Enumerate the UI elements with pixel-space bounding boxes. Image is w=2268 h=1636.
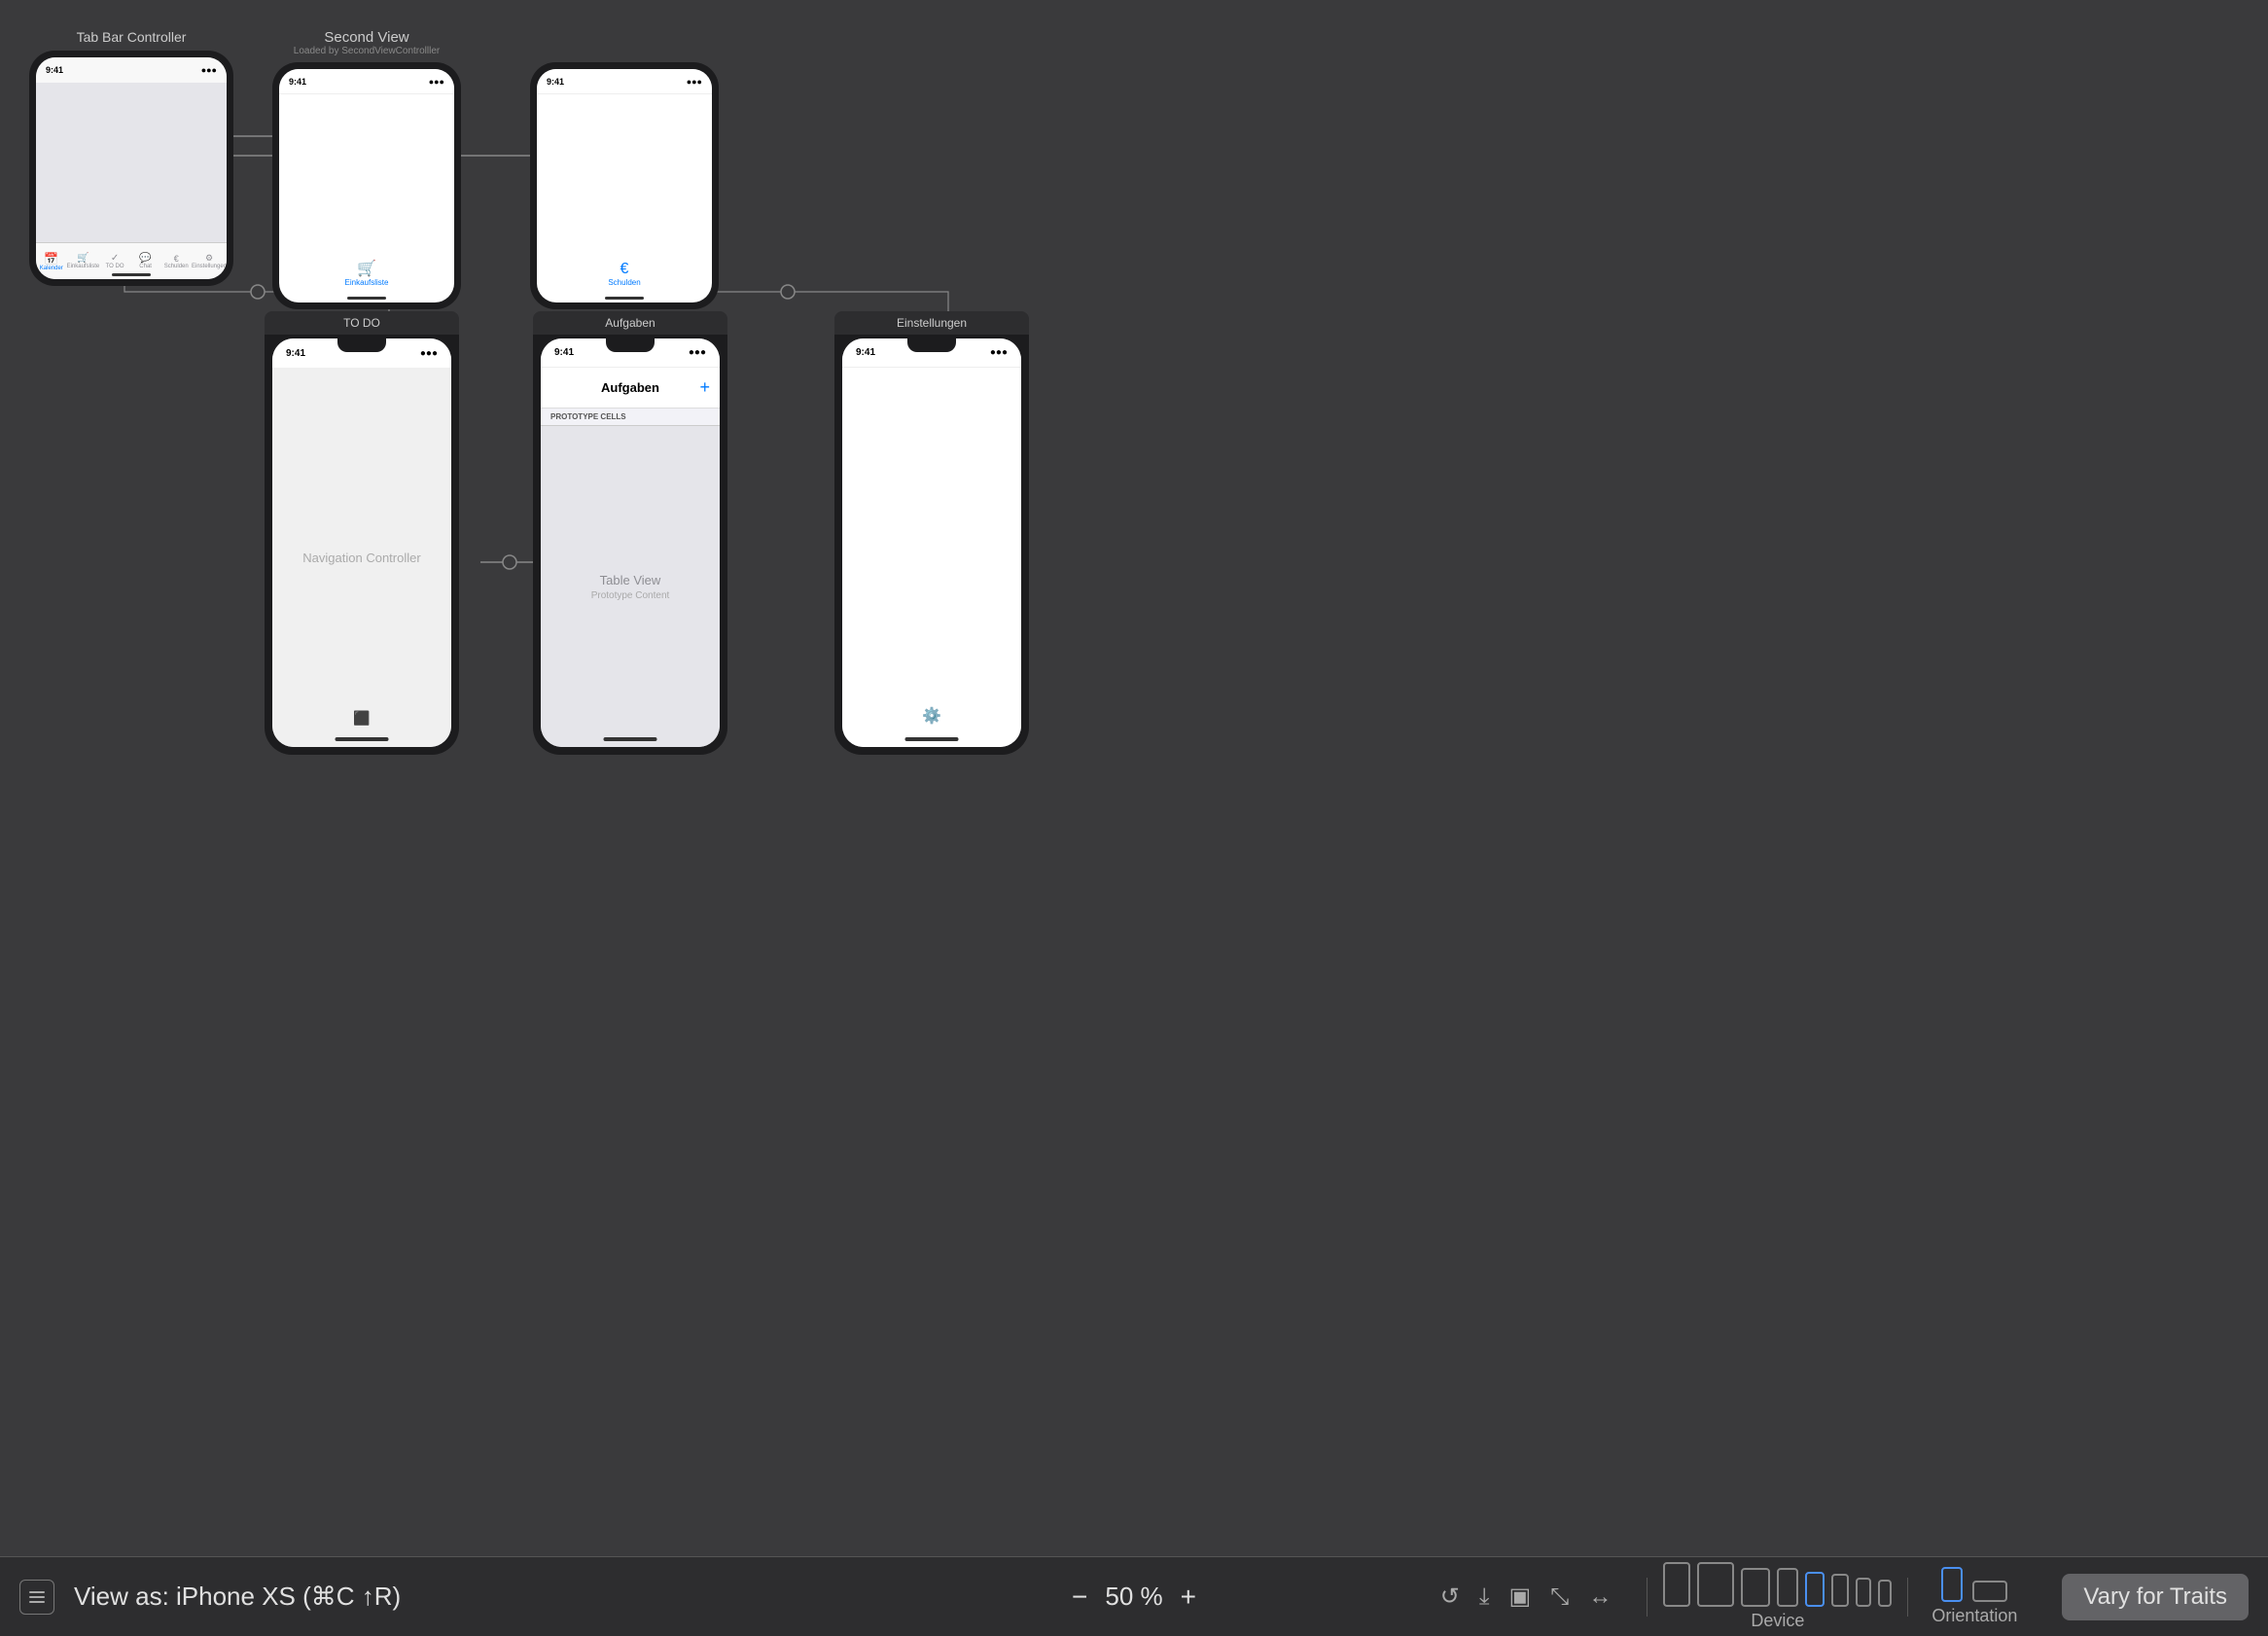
einstellungen-header: Einstellungen (834, 311, 1029, 335)
sidebar-toggle-button[interactable] (19, 1580, 54, 1615)
device-option-phone-medium[interactable] (1777, 1568, 1798, 1607)
toolbar-divider (1647, 1578, 1648, 1617)
refresh-icon[interactable]: ↺ (1440, 1583, 1460, 1611)
device-option-phone-smaller[interactable] (1831, 1574, 1849, 1607)
device-selector: Device (1663, 1562, 1892, 1631)
second-view-scene: Second View Loaded by SecondViewControll… (272, 29, 461, 309)
tab-bar-controller-scene: Tab Bar Controller 9:41 ●●● 📅 Kalender (29, 29, 233, 286)
orientation-landscape[interactable] (1972, 1581, 2007, 1602)
layout-icon[interactable]: ▣ (1508, 1583, 1531, 1611)
bottom-toolbar: View as: iPhone XS (⌘C ↑R) − 50 % + ↺ ⤓ … (0, 1556, 2268, 1636)
toolbar-action-icons: ↺ ⤓ ▣ ⤡ ↔ (1440, 1583, 1612, 1611)
tab-bar-controller-title: Tab Bar Controller (29, 29, 233, 45)
fit-icon[interactable]: ⤡ (1550, 1583, 1569, 1611)
toolbar-divider-2 (1907, 1578, 1908, 1617)
device-option-phone-tiny[interactable] (1856, 1578, 1871, 1607)
vary-for-traits-button[interactable]: Vary for Traits (2062, 1574, 2249, 1620)
einstellungen-scene: Einstellungen 9:41 ●●● ⚙️ (834, 311, 1029, 755)
aufgaben-header: Aufgaben (533, 311, 727, 335)
orientation-selector: Orientation (1931, 1567, 2017, 1626)
todo-navigation-scene: TO DO 9:41 ●●● Navigation Controller ⬛ (265, 311, 459, 755)
view-as-label: View as: iPhone XS (⌘C ↑R) (74, 1582, 401, 1612)
zoom-fit-icon[interactable]: ↔ (1588, 1583, 1612, 1611)
storyboard-canvas: Tab Bar Controller 9:41 ●●● 📅 Kalender (0, 0, 2268, 1556)
device-option-large-phone[interactable] (1663, 1562, 1690, 1607)
download-icon[interactable]: ⤓ (1479, 1583, 1490, 1611)
toolbar-right-section: ↺ ⤓ ▣ ⤡ ↔ Device (1440, 1562, 2249, 1631)
third-view-title: View sub (530, 29, 719, 56)
device-option-phone-mini[interactable] (1878, 1580, 1892, 1607)
device-option-phone-small-active[interactable] (1805, 1572, 1825, 1607)
device-option-ipad-medium[interactable] (1741, 1568, 1770, 1607)
zoom-out-button[interactable]: − (1072, 1583, 1087, 1611)
aufgaben-scene: Aufgaben 9:41 ●●● Aufgaben + Prototype C… (533, 311, 727, 755)
zoom-level: 50 % (1105, 1582, 1162, 1612)
toolbar-left-section: View as: iPhone XS (⌘C ↑R) (19, 1580, 401, 1615)
zoom-in-button[interactable]: + (1181, 1583, 1196, 1611)
device-label: Device (1751, 1611, 1804, 1631)
second-view-title: Second View Loaded by SecondViewControll… (272, 29, 461, 56)
zoom-controls: − 50 % + (1072, 1582, 1196, 1612)
orientation-label: Orientation (1931, 1606, 2017, 1626)
third-view-scene: View sub 9:41 ●●● € Schulden (530, 29, 719, 309)
device-option-ipad-large[interactable] (1697, 1562, 1734, 1607)
orientation-portrait[interactable] (1941, 1567, 1963, 1602)
todo-header: TO DO (265, 311, 459, 335)
